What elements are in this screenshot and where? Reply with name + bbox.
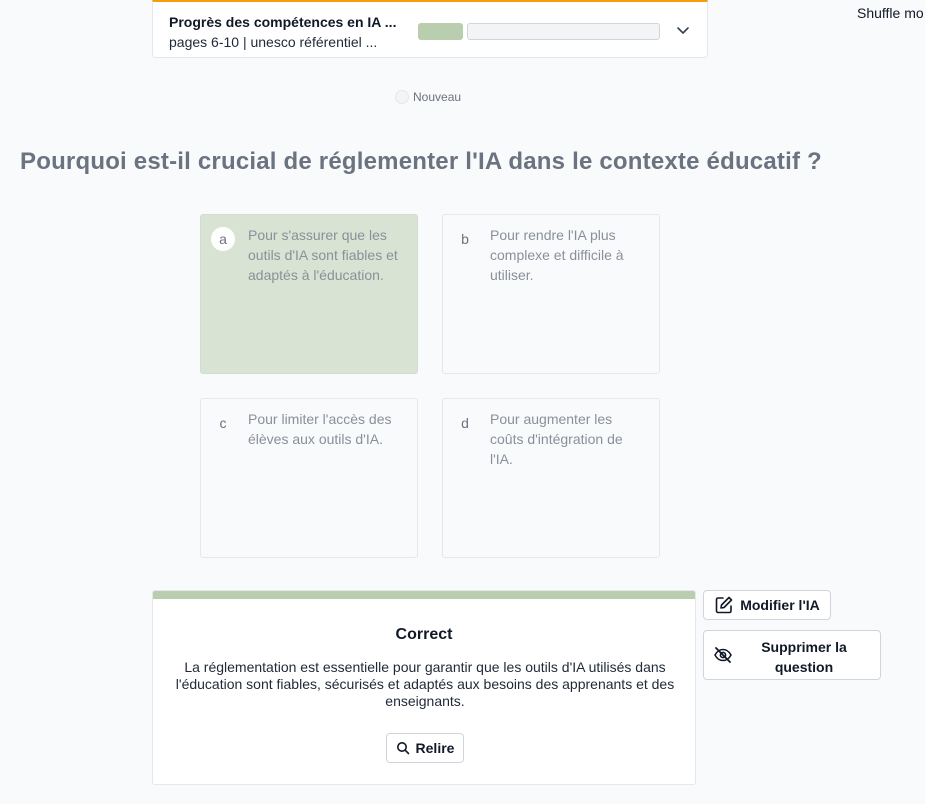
edit-ai-button[interactable]: Modifier l'IA (703, 590, 831, 620)
question-text: Pourquoi est-il crucial de réglementer l… (20, 148, 822, 175)
option-c[interactable]: c Pour limiter l'accès des élèves aux ou… (200, 398, 418, 558)
delete-question-button[interactable]: Supprimer la question (703, 630, 881, 680)
eye-off-icon (714, 647, 732, 663)
edit-icon (715, 596, 733, 614)
option-letter: a (211, 227, 235, 251)
progress-subtitle: pages 6-10 | unesco référentiel ... (169, 34, 378, 50)
new-dot-icon (395, 90, 409, 104)
option-letter: d (461, 415, 469, 431)
option-text: Pour augmenter les coûts d'intégration d… (490, 411, 623, 467)
shuffle-mode-label[interactable]: Shuffle mo (857, 5, 924, 21)
reread-button[interactable]: Relire (386, 733, 464, 763)
progress-segment-done (418, 23, 463, 40)
option-letter: b (461, 231, 469, 247)
progress-card[interactable]: Progrès des compétences en IA ... pages … (152, 0, 708, 58)
reread-label: Relire (415, 740, 455, 756)
new-badge: Nouveau (395, 90, 461, 104)
chevron-down-icon[interactable] (675, 22, 691, 38)
option-text: Pour rendre l'IA plus complexe et diffic… (490, 227, 624, 283)
delete-question-label: Supprimer la question (761, 639, 847, 675)
feedback-title: Correct (395, 626, 453, 643)
option-letter: c (219, 415, 227, 431)
option-d[interactable]: d Pour augmenter les coûts d'intégration… (442, 398, 660, 558)
option-text: Pour limiter l'accès des élèves aux outi… (248, 411, 392, 447)
search-icon (396, 742, 409, 755)
feedback-panel: Correct La réglementation est essentiell… (152, 590, 696, 785)
option-text: Pour s'assurer que les outils d'IA sont … (248, 227, 398, 283)
feedback-explanation: La réglementation est essentielle pour g… (175, 659, 675, 709)
new-badge-label: Nouveau (413, 90, 462, 104)
edit-ai-label: Modifier l'IA (740, 597, 820, 613)
progress-segment-remaining (467, 23, 660, 40)
progress-title: Progrès des compétences en IA ... (169, 14, 397, 30)
option-a[interactable]: a Pour s'assurer que les outils d'IA son… (200, 214, 418, 374)
feedback-status-bar (153, 591, 695, 599)
option-b[interactable]: b Pour rendre l'IA plus complexe et diff… (442, 214, 660, 374)
